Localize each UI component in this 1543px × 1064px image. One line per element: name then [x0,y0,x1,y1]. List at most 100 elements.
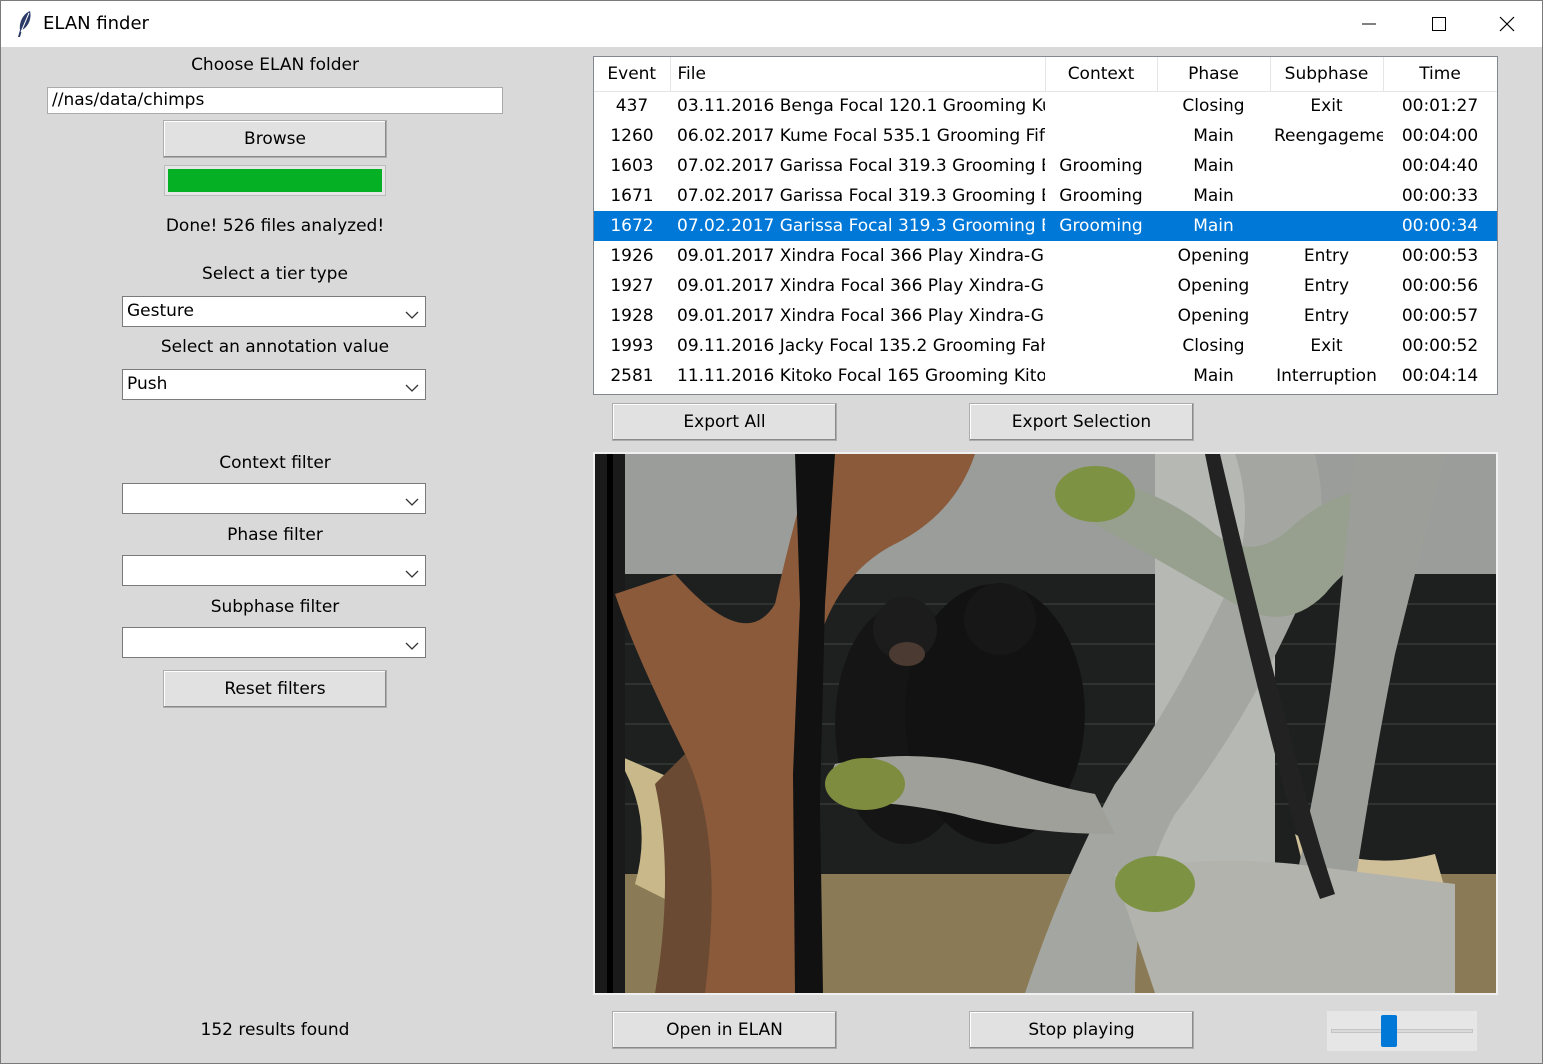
maximize-button[interactable] [1404,1,1474,47]
cell-event: 1926 [610,246,654,266]
table-row[interactable]: 437 03.11.2016 Benga Focal 120.1 Groomin… [594,91,1497,121]
table-row[interactable]: 1603 07.02.2017 Garissa Focal 319.3 Groo… [594,151,1497,181]
phase-filter-dropdown[interactable] [122,555,426,586]
cell-event: 2581 [610,366,654,386]
reset-filters-button[interactable]: Reset filters [163,670,387,708]
open-in-elan-button[interactable]: Open in ELAN [612,1011,837,1049]
subphase-filter-label: Subphase filter [210,597,340,617]
minimize-icon [1362,17,1376,31]
cell-file: 07.02.2017 Garissa Focal 319.3 Grooming … [677,186,1045,206]
table-row[interactable]: 1993 09.11.2016 Jacky Focal 135.2 Groomi… [594,331,1497,361]
cell-subphase: Interruption [1276,366,1377,386]
cell-phase: Opening [1177,276,1250,296]
table-row[interactable]: 1928 09.01.2017 Xindra Focal 366 Play Xi… [594,301,1497,331]
column-header-phase[interactable]: Phase [1157,57,1271,92]
window-title: ELAN finder [43,13,149,34]
cell-subphase [1270,181,1383,211]
subphase-filter-dropdown[interactable] [122,627,426,658]
cell-phase: Opening [1177,306,1250,326]
results-table[interactable]: Event File Context Phase Subphase Time 4… [593,56,1498,395]
tier-type-dropdown[interactable]: Gesture [122,296,426,327]
playback-slider[interactable] [1327,1011,1477,1051]
table-row-selected[interactable]: 1672 07.02.2017 Garissa Focal 319.3 Groo… [594,211,1497,241]
cell-event: 1260 [610,126,654,146]
table-row[interactable]: 1926 09.01.2017 Xindra Focal 366 Play Xi… [594,241,1497,271]
cell-event: 437 [615,96,649,117]
cell-phase: Main [1193,186,1234,206]
cell-subphase: Exit [1310,336,1343,356]
cell-time: 00:00:33 [1401,186,1479,206]
cell-time: 00:04:40 [1401,156,1479,176]
cell-time: 00:00:57 [1401,306,1479,326]
cell-phase: Main [1193,126,1234,146]
tier-type-value: Gesture [127,301,195,321]
column-header-event[interactable]: Event [594,57,671,92]
maximize-icon [1432,17,1446,31]
cell-subphase: Entry [1303,276,1350,296]
cell-file: 07.02.2017 Garissa Focal 319.3 Grooming … [677,156,1045,176]
chevron-down-icon [405,493,419,506]
cell-phase: Main [1157,211,1270,241]
minimize-button[interactable] [1334,1,1404,47]
folder-path-input[interactable]: //nas/data/chimps [47,87,503,114]
slider-track [1331,1029,1473,1033]
cell-subphase: Entry [1303,306,1350,326]
close-icon [1499,16,1515,32]
cell-file: 09.01.2017 Xindra Focal 366 Play Xindra-… [677,306,1045,326]
cell-event: 1671 [610,186,654,206]
cell-event: 1993 [610,336,654,356]
cell-subphase [1270,151,1383,181]
cell-file: 09.01.2017 Xindra Focal 366 Play Xindra-… [677,246,1045,266]
table-row[interactable]: 1671 07.02.2017 Garissa Focal 319.3 Groo… [594,181,1497,211]
cell-context [1045,91,1157,121]
cell-event: 1927 [610,276,654,296]
close-button[interactable] [1472,1,1542,47]
main-panel: Choose ELAN folder //nas/data/chimps Bro… [1,47,1542,1063]
stop-playing-button[interactable]: Stop playing [969,1011,1194,1049]
slider-thumb[interactable] [1381,1015,1397,1047]
cell-subphase [1270,211,1383,241]
cell-file: 09.11.2016 Jacky Focal 135.2 Grooming Fa… [677,336,1045,356]
table-row[interactable]: 1260 06.02.2017 Kume Focal 535.1 Groomin… [594,121,1497,151]
cell-event: 1672 [594,211,670,241]
annotation-value: Push [127,374,168,394]
cell-phase: Main [1193,366,1234,386]
chevron-down-icon [405,565,419,578]
context-filter-dropdown[interactable] [122,483,426,514]
cell-phase: Main [1193,156,1234,176]
cell-context: Grooming [1045,211,1157,241]
cell-file: 11.11.2016 Kitoko Focal 165 Grooming Kit… [677,366,1045,386]
cell-context [1045,361,1157,391]
cell-file: 09.01.2017 Xindra Focal 366 Play Xindra-… [677,276,1045,296]
results-count: 152 results found [200,1020,350,1040]
column-header-file[interactable]: File [670,57,1046,92]
table-row[interactable]: 1927 09.01.2017 Xindra Focal 366 Play Xi… [594,271,1497,301]
chevron-down-icon [405,379,419,392]
export-all-button[interactable]: Export All [612,403,837,441]
progress-bar [164,165,386,196]
cell-file: 03.11.2016 Benga Focal 120.1 Grooming Ku… [677,96,1045,117]
cell-time: 00:04:14 [1401,366,1479,386]
cell-event: 1928 [610,306,654,326]
choose-folder-label: Choose ELAN folder [191,55,359,75]
annotation-value-label: Select an annotation value [160,337,390,357]
cell-subphase: Entry [1303,246,1350,266]
column-header-subphase[interactable]: Subphase [1270,57,1384,92]
cell-file: 07.02.2017 Garissa Focal 319.3 Grooming … [670,211,1045,241]
column-header-context[interactable]: Context [1045,57,1158,92]
cell-context: Grooming [1059,186,1143,206]
table-row[interactable]: 2581 11.11.2016 Kitoko Focal 165 Groomin… [594,361,1497,391]
column-header-time[interactable]: Time [1383,57,1497,92]
browse-button[interactable]: Browse [163,120,387,158]
title-bar: ELAN finder [1,1,1542,47]
export-selection-button[interactable]: Export Selection [969,403,1194,441]
cell-time: 00:00:53 [1401,246,1479,266]
cell-phase: Opening [1177,246,1250,266]
annotation-value-dropdown[interactable]: Push [122,369,426,400]
cell-context [1045,121,1157,151]
cell-file: 06.02.2017 Kume Focal 535.1 Grooming Fif… [677,126,1045,146]
cell-time: 00:00:52 [1401,336,1479,356]
cell-time: 00:00:34 [1383,211,1497,241]
feather-icon [15,10,35,38]
video-frame[interactable] [593,452,1498,995]
